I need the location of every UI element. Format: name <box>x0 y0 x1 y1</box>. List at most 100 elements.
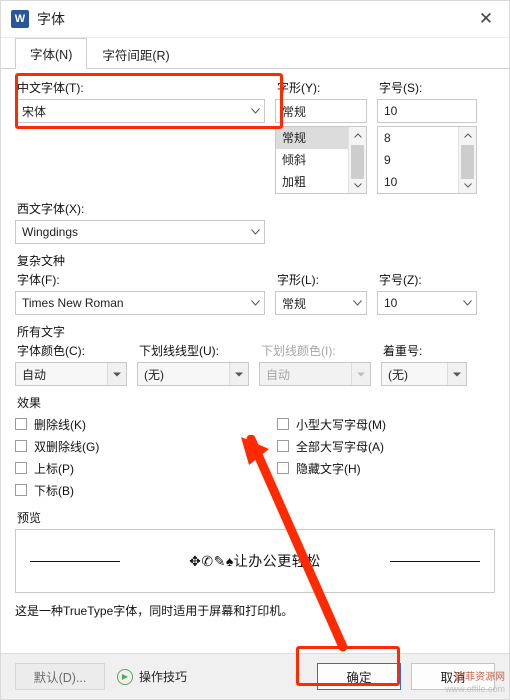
checkbox-label: 双删除线(G) <box>34 439 100 454</box>
emphasis-combobox[interactable]: (无) <box>381 362 467 386</box>
preview-group-label: 预览 <box>17 511 42 525</box>
complex-font-field: 字体(F): Times New Roman <box>15 271 265 315</box>
chevron-down-icon[interactable] <box>229 363 248 385</box>
checkbox-icon[interactable] <box>277 462 289 474</box>
underline-style-label: 下划线线型(U): <box>139 344 219 358</box>
font-dialog: W 字体 ✕ 字体(N) 字符间距(R) 中文字体(T): 宋体 字形(Y): <box>0 0 510 700</box>
list-item[interactable]: 9 <box>378 149 459 171</box>
checkbox-superscript[interactable]: 上标(P) <box>15 457 255 479</box>
chevron-down-icon[interactable] <box>246 292 264 314</box>
font-style-scrollbar[interactable] <box>348 127 366 193</box>
play-icon: ▶ <box>117 668 133 685</box>
tab-font[interactable]: 字体(N) <box>15 38 88 69</box>
checkbox-double-strikethrough[interactable]: 双删除线(G) <box>15 435 255 457</box>
checkbox-label: 删除线(K) <box>34 417 86 432</box>
checkbox-icon[interactable] <box>15 484 27 496</box>
effects-grid: 删除线(K) 双删除线(G) 上标(P) 下标(B) 小型大写字母(M) 全部大… <box>15 413 495 501</box>
chevron-down-icon[interactable] <box>107 363 126 385</box>
list-item[interactable]: 10 <box>378 171 459 193</box>
checkbox-icon[interactable] <box>277 418 289 430</box>
scroll-up-icon[interactable] <box>459 127 476 143</box>
underline-style-field: 下划线线型(U): (无) <box>137 342 249 386</box>
font-type-note: 这是一种TrueType字体，同时适用于屏幕和打印机。 <box>15 604 294 618</box>
font-size-scrollbar[interactable] <box>458 127 476 193</box>
checkbox-strikethrough[interactable]: 删除线(K) <box>15 413 255 435</box>
chevron-down-icon[interactable] <box>447 363 466 385</box>
complex-size-label: 字号(Z): <box>379 273 422 287</box>
underline-style-value: (无) <box>144 367 164 382</box>
chevron-down-icon[interactable] <box>348 292 366 314</box>
complex-size-field: 字号(Z): 10 <box>377 271 477 315</box>
complex-size-combobox[interactable]: 10 <box>377 291 477 315</box>
chevron-down-icon[interactable] <box>246 221 264 243</box>
tab-character-spacing[interactable]: 字符间距(R) <box>87 39 184 69</box>
checkbox-hidden-text[interactable]: 隐藏文字(H) <box>277 457 495 479</box>
font-size-input[interactable]: 10 <box>377 99 477 123</box>
underline-color-label: 下划线颜色(I): <box>261 344 336 358</box>
complex-size-value: 10 <box>384 296 398 310</box>
checkbox-small-caps[interactable]: 小型大写字母(M) <box>277 413 495 435</box>
font-style-listbox[interactable]: 常规 倾斜 加粗 <box>275 126 367 194</box>
watermark-line1: 欧菲资源网 <box>455 672 505 684</box>
complex-font-value: Times New Roman <box>22 296 124 310</box>
font-size-listbox[interactable]: 8 9 10 <box>377 126 477 194</box>
chevron-down-icon[interactable] <box>246 100 264 122</box>
effects-column-left: 删除线(K) 双删除线(G) 上标(P) 下标(B) <box>15 413 255 501</box>
list-item[interactable]: 倾斜 <box>276 149 349 171</box>
effects-column-right: 小型大写字母(M) 全部大写字母(A) 隐藏文字(H) <box>255 413 495 501</box>
emphasis-label: 着重号: <box>383 344 423 358</box>
font-style-list-items: 常规 倾斜 加粗 <box>276 127 349 193</box>
chinese-font-combobox[interactable]: 宋体 <box>15 99 265 123</box>
ok-button[interactable]: 确定 <box>317 663 401 690</box>
title-bar: W 字体 ✕ <box>1 1 509 38</box>
complex-style-combobox[interactable]: 常规 <box>275 291 367 315</box>
checkbox-label: 上标(P) <box>34 461 74 476</box>
effects-group-label: 效果 <box>17 396 42 410</box>
watermark: 欧菲资源网 www.offile.com <box>445 672 505 695</box>
font-style-field: 字形(Y): 常规 <box>275 79 367 123</box>
default-button[interactable]: 默认(D)... <box>15 663 105 690</box>
complex-style-value: 常规 <box>282 296 307 311</box>
font-style-input[interactable]: 常规 <box>275 99 367 123</box>
chevron-down-icon <box>351 363 370 385</box>
emphasis-field: 着重号: (无) <box>381 342 467 386</box>
complex-script-group-label: 复杂文种 <box>17 254 66 268</box>
preview-box: ✥✆✎♠让办公更轻松 <box>15 529 495 593</box>
complex-font-combobox[interactable]: Times New Roman <box>15 291 265 315</box>
list-item[interactable]: 8 <box>378 127 459 149</box>
tips-link[interactable]: ▶ 操作技巧 <box>117 668 187 685</box>
chevron-down-icon[interactable] <box>458 292 476 314</box>
checkbox-icon[interactable] <box>15 462 27 474</box>
underline-style-combobox[interactable]: (无) <box>137 362 249 386</box>
checkbox-all-caps[interactable]: 全部大写字母(A) <box>277 435 495 457</box>
font-size-value: 10 <box>384 104 398 118</box>
preview-rule-left <box>30 561 120 562</box>
font-color-combobox[interactable]: 自动 <box>15 362 127 386</box>
app-icon: W <box>11 10 29 28</box>
font-size-list-items: 8 9 10 <box>378 127 459 193</box>
scroll-down-icon[interactable] <box>349 177 366 193</box>
scrollbar-thumb[interactable] <box>351 145 364 179</box>
font-color-value: 自动 <box>22 367 47 382</box>
western-font-combobox[interactable]: Wingdings <box>15 220 265 244</box>
chinese-font-label: 中文字体(T): <box>17 81 84 95</box>
tips-link-label: 操作技巧 <box>139 670 188 684</box>
list-item[interactable]: 常规 <box>276 127 349 149</box>
all-text-group-label: 所有文字 <box>17 325 66 339</box>
checkbox-subscript[interactable]: 下标(B) <box>15 479 255 501</box>
complex-script-row: 字体(F): Times New Roman 字形(L): 常规 字号(Z): … <box>15 271 495 315</box>
dialog-footer: 默认(D)... ▶ 操作技巧 确定 取消 <box>1 653 509 699</box>
checkbox-icon[interactable] <box>277 440 289 452</box>
checkbox-icon[interactable] <box>15 418 27 430</box>
complex-style-field: 字形(L): 常规 <box>275 271 367 315</box>
scroll-up-icon[interactable] <box>349 127 366 143</box>
checkbox-icon[interactable] <box>15 440 27 452</box>
font-style-value: 常规 <box>282 104 307 119</box>
scrollbar-thumb[interactable] <box>461 145 474 179</box>
western-font-label: 西文字体(X): <box>17 202 85 216</box>
scroll-down-icon[interactable] <box>459 177 476 193</box>
close-icon[interactable]: ✕ <box>463 1 509 37</box>
list-item[interactable]: 加粗 <box>276 171 349 193</box>
tab-bar: 字体(N) 字符间距(R) <box>1 38 509 69</box>
font-color-field: 字体颜色(C): 自动 <box>15 342 127 386</box>
